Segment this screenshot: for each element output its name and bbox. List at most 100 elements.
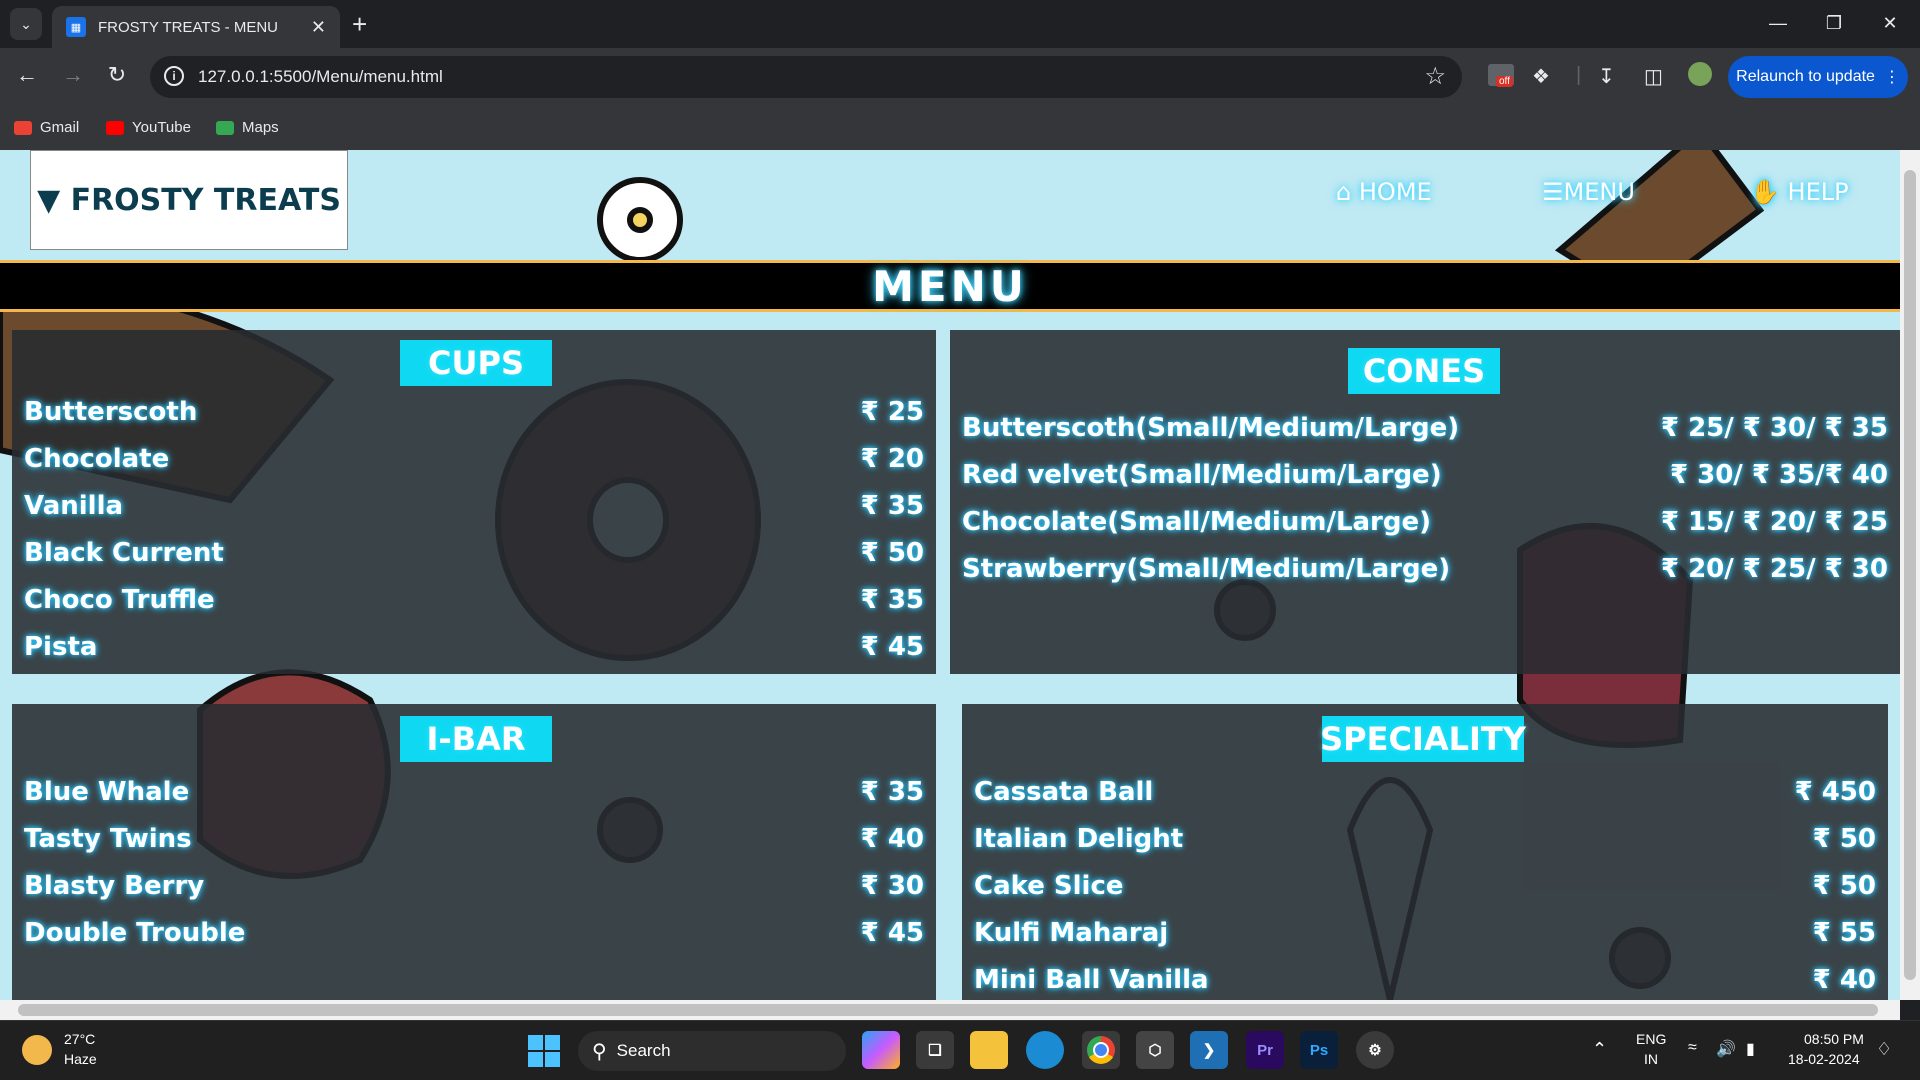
nav-help[interactable]: ✋ HELP — [1750, 178, 1849, 206]
nav-menu-label: MENU — [1563, 178, 1635, 206]
menu-item: Tasty Twins ₹ 40 — [24, 819, 924, 859]
settings-gear-icon[interactable]: ⚙ — [1356, 1031, 1394, 1069]
edge-icon[interactable] — [1026, 1031, 1064, 1069]
menu-item: Cake Slice ₹ 50 — [974, 866, 1876, 906]
menu-item: Strawberry(Small/Medium/Large) ₹ 20/ ₹ 25… — [962, 549, 1888, 589]
active-tab[interactable]: ▦ FROSTY TREATS - MENU ✕ — [52, 6, 340, 48]
page-viewport: ▼ FROSTY TREATS ⌂ HOME ☰MENU ✋ HELP MENU… — [0, 150, 1900, 1000]
relaunch-button[interactable]: Relaunch to update ⋮ — [1728, 56, 1908, 98]
item-price: ₹ 50 — [860, 538, 924, 568]
clock-time[interactable]: 08:50 PM — [1804, 1031, 1864, 1047]
windows-start-icon[interactable] — [528, 1035, 560, 1067]
search-icon: ⚲ — [592, 1040, 607, 1063]
forward-arrow-icon[interactable]: → — [58, 62, 88, 88]
menu-item: Red velvet(Small/Medium/Large) ₹ 30/ ₹ 35… — [962, 455, 1888, 495]
profile-avatar[interactable] — [1688, 62, 1712, 86]
address-bar[interactable]: i 127.0.0.1:5500/Menu/menu.html ☆ — [150, 56, 1462, 98]
item-name: Blue Whale — [24, 777, 190, 807]
menu-item: Chocolate ₹ 20 — [24, 439, 924, 479]
item-price: ₹ 30 — [860, 871, 924, 901]
menu-heading-bar: MENU — [0, 260, 1900, 312]
bookmark-youtube[interactable]: YouTube — [106, 119, 191, 136]
menu-item: Kulfi Maharaj ₹ 55 — [974, 913, 1876, 953]
notification-bell-icon[interactable]: ♢ — [1876, 1039, 1892, 1060]
item-price: ₹ 20/ ₹ 25/ ₹ 30 — [1660, 554, 1888, 584]
item-price: ₹ 45 — [860, 918, 924, 948]
tab-close-icon[interactable]: ✕ — [311, 17, 326, 38]
chevron-up-icon[interactable]: ⌃ — [1592, 1039, 1607, 1060]
back-arrow-icon[interactable]: ← — [12, 62, 42, 88]
item-name: Red velvet(Small/Medium/Large) — [962, 460, 1442, 490]
maximize-button[interactable]: ❐ — [1806, 0, 1862, 46]
weather-icon[interactable] — [22, 1035, 52, 1065]
item-name: Butterscoth(Small/Medium/Large) — [962, 413, 1460, 443]
extension-badge: off — [1496, 76, 1513, 87]
vertical-scrollbar[interactable] — [1900, 150, 1920, 1000]
windows-taskbar: 27°C Haze ⚲ Search ❏ ⬡ ❯ Pr Ps ⚙ ⌃ ENG I… — [0, 1020, 1920, 1080]
item-price: ₹ 35 — [860, 491, 924, 521]
section-title: I-BAR — [400, 716, 552, 762]
extensions-puzzle-icon[interactable]: ❖ — [1532, 64, 1550, 89]
menu-item: Italian Delight ₹ 50 — [974, 819, 1876, 859]
bookmark-label: YouTube — [132, 119, 191, 136]
unity-icon[interactable]: ⬡ — [1136, 1031, 1174, 1069]
site-logo[interactable]: ▼ FROSTY TREATS — [30, 150, 348, 250]
section-cones: CONES Butterscoth(Small/Medium/Large) ₹ 2… — [950, 330, 1900, 674]
url-text[interactable]: 127.0.0.1:5500/Menu/menu.html — [198, 67, 443, 87]
item-price: ₹ 20 — [860, 444, 924, 474]
tab-search-button[interactable]: ⌄ — [10, 8, 42, 40]
close-window-button[interactable]: ✕ — [1862, 0, 1918, 46]
download-icon[interactable]: ↧ — [1598, 64, 1615, 89]
nav-menu[interactable]: ☰MENU — [1542, 178, 1635, 206]
wifi-icon[interactable]: ≈ — [1688, 1039, 1697, 1057]
extension-icon[interactable]: off — [1488, 64, 1514, 87]
section-ibar: I-BAR Blue Whale ₹ 35 Tasty Twins ₹ 40 Blast… — [12, 704, 936, 1000]
menu-item: Butterscoth ₹ 25 — [24, 392, 924, 432]
lang-bottom[interactable]: IN — [1644, 1051, 1658, 1067]
item-name: Double Trouble — [24, 918, 246, 948]
item-name: Pista — [24, 632, 98, 662]
clock-date[interactable]: 18-02-2024 — [1788, 1051, 1860, 1067]
nav-home[interactable]: ⌂ HOME — [1336, 178, 1432, 206]
site-info-icon[interactable]: i — [164, 66, 184, 86]
vscode-icon[interactable]: ❯ — [1190, 1031, 1228, 1069]
scroll-thumb[interactable] — [18, 1004, 1878, 1016]
photoshop-icon[interactable]: Ps — [1300, 1031, 1338, 1069]
nav-home-label: HOME — [1358, 178, 1432, 206]
bookmark-maps[interactable]: Maps — [216, 119, 279, 136]
new-tab-button[interactable]: + — [352, 8, 367, 40]
chrome-icon[interactable] — [1082, 1031, 1120, 1069]
bookmark-star-icon[interactable]: ☆ — [1424, 62, 1446, 91]
item-name: Blasty Berry — [24, 871, 205, 901]
item-price: ₹ 25/ ₹ 30/ ₹ 35 — [1660, 413, 1888, 443]
copilot-icon[interactable] — [862, 1031, 900, 1069]
taskbar-search[interactable]: ⚲ Search — [578, 1031, 846, 1071]
weather-desc[interactable]: Haze — [64, 1051, 97, 1067]
maps-icon — [216, 120, 234, 135]
bookmark-gmail[interactable]: Gmail — [14, 119, 79, 136]
section-title: SPECIALITY — [1320, 716, 1526, 762]
battery-icon[interactable]: ▮ — [1746, 1039, 1755, 1059]
reload-icon[interactable]: ↻ — [102, 62, 132, 88]
premiere-icon[interactable]: Pr — [1246, 1031, 1284, 1069]
volume-icon[interactable]: 🔊 — [1716, 1039, 1736, 1059]
item-price: ₹ 45 — [860, 632, 924, 662]
side-panel-icon[interactable]: ◫ — [1644, 64, 1663, 89]
horizontal-scrollbar[interactable] — [0, 1000, 1900, 1020]
file-explorer-icon[interactable] — [970, 1031, 1008, 1069]
menu-item: Cassata Ball ₹ 450 — [974, 772, 1876, 812]
item-name: Tasty Twins — [24, 824, 192, 854]
menu-item: Double Trouble ₹ 45 — [24, 913, 924, 953]
menu-item: Butterscoth(Small/Medium/Large) ₹ 25/ ₹ 3… — [962, 408, 1888, 448]
scroll-thumb[interactable] — [1904, 170, 1916, 980]
section-speciality: SPECIALITY Cassata Ball ₹ 450 Italian Deli… — [962, 704, 1888, 1000]
item-name: Strawberry(Small/Medium/Large) — [962, 554, 1451, 584]
minimize-button[interactable]: — — [1750, 0, 1806, 46]
section-title: CUPS — [400, 340, 552, 386]
item-price: ₹ 15/ ₹ 20/ ₹ 25 — [1660, 507, 1888, 537]
weather-temp[interactable]: 27°C — [64, 1031, 95, 1047]
lang-top[interactable]: ENG — [1636, 1031, 1666, 1047]
menu-item: Chocolate(Small/Medium/Large) ₹ 15/ ₹ 20/… — [962, 502, 1888, 542]
section-cups: CUPS Butterscoth ₹ 25 Chocolate ₹ 20 Vanilla… — [12, 330, 936, 674]
task-view-icon[interactable]: ❏ — [916, 1031, 954, 1069]
